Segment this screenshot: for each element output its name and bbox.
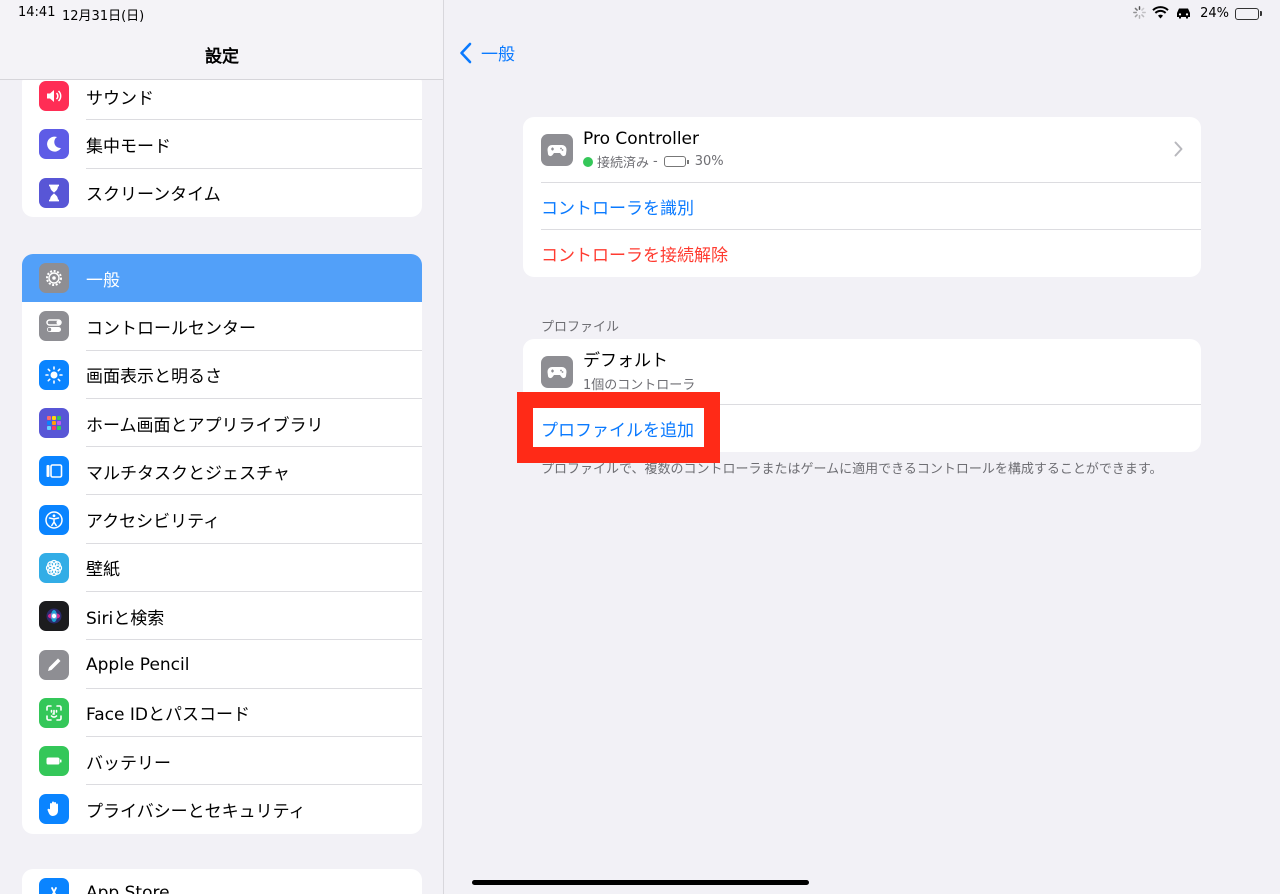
sidebar-item-accessibility[interactable]: アクセシビリティ [22,495,422,545]
car-icon [1175,4,1192,23]
sidebar-item-home-screen[interactable]: ホーム画面とアプリライブラリ [22,399,422,448]
sidebar-item-face-id[interactable]: Face IDとパスコード [22,689,422,738]
sidebar-group-2: 一般 コントロールセンター 画面表示と明るさ ホーム画面とアプリライブラリ マル… [22,254,422,834]
sidebar-item-screen-time[interactable]: スクリーンタイム [22,169,422,217]
faceid-icon [39,697,69,728]
activity-spinner-icon [1133,4,1147,23]
sidebar-item-focus[interactable]: 集中モード [22,120,422,169]
status-date: 12月31日(日) [62,9,145,24]
profiles-card: デフォルト 1個のコントローラ プロファイルを追加 [523,339,1201,452]
controller-card: Pro Controller 接続済み - 30% コントローラを識別 コントロ… [523,117,1201,277]
sidebar-item-label: 画面表示と明るさ [86,367,222,388]
connection-status: 接続済み [597,156,650,171]
profile-row-default[interactable]: デフォルト 1個のコントローラ [523,339,1201,405]
battery-icon [1235,7,1262,20]
sidebar-item-control-center[interactable]: コントロールセンター [22,302,422,351]
connected-dot-icon [583,156,593,167]
chevron-right-icon [1174,141,1183,157]
sidebar-item-label: コントロールセンター [86,318,256,339]
home-indicator [472,880,809,885]
sidebar-item-label: 集中モード [86,136,171,157]
sidebar-item-display[interactable]: 画面表示と明るさ [22,351,422,400]
status-time: 14:41 [18,5,56,20]
siri-icon [39,601,69,632]
sidebar-item-app-store[interactable]: App Store [22,869,422,894]
gear-icon [39,263,69,294]
toggles-icon [39,311,69,342]
battery-percent: 24% [1200,6,1229,21]
status-indicators: 24% [1133,4,1262,23]
sidebar-item-apple-pencil[interactable]: Apple Pencil [22,640,422,689]
status-bar: 14:41 12月31日(日) 24% [0,0,1280,26]
controller-row[interactable]: Pro Controller 接続済み - 30% [523,117,1201,183]
speaker-icon [39,81,69,112]
controller-name: Pro Controller [583,129,699,149]
profiles-section-header: プロファイル [541,320,620,335]
pencil-icon [39,649,69,680]
sidebar-item-label: ホーム画面とアプリライブラリ [86,415,324,436]
back-button-label: 一般 [481,45,515,65]
hourglass-icon [39,177,69,208]
sidebar-item-label: 壁紙 [86,560,120,581]
chevron-left-icon [460,42,472,63]
sidebar-item-label: Apple Pencil [86,654,190,675]
disconnect-controller-button[interactable]: コントローラを接続解除 [523,230,1201,277]
sidebar-item-label: バッテリー [86,753,171,774]
add-profile-button[interactable]: プロファイルを追加 [523,405,1201,452]
sidebar-item-label: 一般 [86,270,120,291]
sidebar-group-3: App Store [22,869,422,894]
sidebar-item-battery[interactable]: バッテリー [22,737,422,786]
profiles-footer-note: プロファイルで、複数のコントローラまたはゲームに適用できるコントロールを構成する… [541,462,1163,477]
main-pane: 一般 Pro Controller 接続済み - 30% コントローラを識別 コ… [445,0,1280,894]
sidebar-item-label: スクリーンタイム [86,185,221,206]
sidebar-item-label: マルチタスクとジェスチャ [86,463,290,484]
gamepad-icon [541,134,573,166]
sidebar-item-label: App Store [86,883,170,894]
wifi-icon [1152,4,1169,23]
controller-battery-icon [663,156,689,167]
controller-battery-percent: 30% [694,154,724,169]
sun-icon [39,359,69,390]
sidebar-item-privacy[interactable]: プライバシーとセキュリティ [22,785,422,833]
back-button[interactable]: 一般 [459,40,515,65]
app-store-icon [39,878,69,894]
profile-name: デフォルト [583,351,668,371]
multitask-icon [39,456,69,487]
sidebar-item-siri[interactable]: Siriと検索 [22,592,422,641]
sidebar-item-label: Face IDとパスコード [86,705,250,726]
sidebar-item-label: プライバシーとセキュリティ [86,801,306,822]
sidebar-title: 設定 [205,47,239,67]
sidebar-item-label: アクセシビリティ [86,512,221,533]
status-separator: - [653,154,658,169]
sidebar-item-multitasking[interactable]: マルチタスクとジェスチャ [22,447,422,496]
sidebar-group-1: サウンド 集中モード スクリーンタイム [22,72,422,217]
identify-controller-button[interactable]: コントローラを識別 [523,183,1201,230]
sidebar-item-general[interactable]: 一般 [22,254,422,303]
sidebar-item-wallpaper[interactable]: 壁紙 [22,544,422,593]
app-grid-icon [39,408,69,439]
profile-controller-count: 1個のコントローラ [583,378,696,393]
moon-icon [39,129,69,160]
settings-sidebar[interactable]: 設定 サウンド 集中モード スクリーンタイム 一般 コントロールセンター 画面表… [0,0,444,894]
battery-icon [39,746,69,777]
sidebar-item-label: Siriと検索 [86,608,165,629]
flower-icon [39,552,69,583]
gamepad-icon [541,356,573,388]
controller-status: 接続済み - 30% [583,152,724,171]
accessibility-icon [39,504,69,535]
hand-icon [39,794,69,825]
sidebar-item-label: サウンド [86,88,154,109]
